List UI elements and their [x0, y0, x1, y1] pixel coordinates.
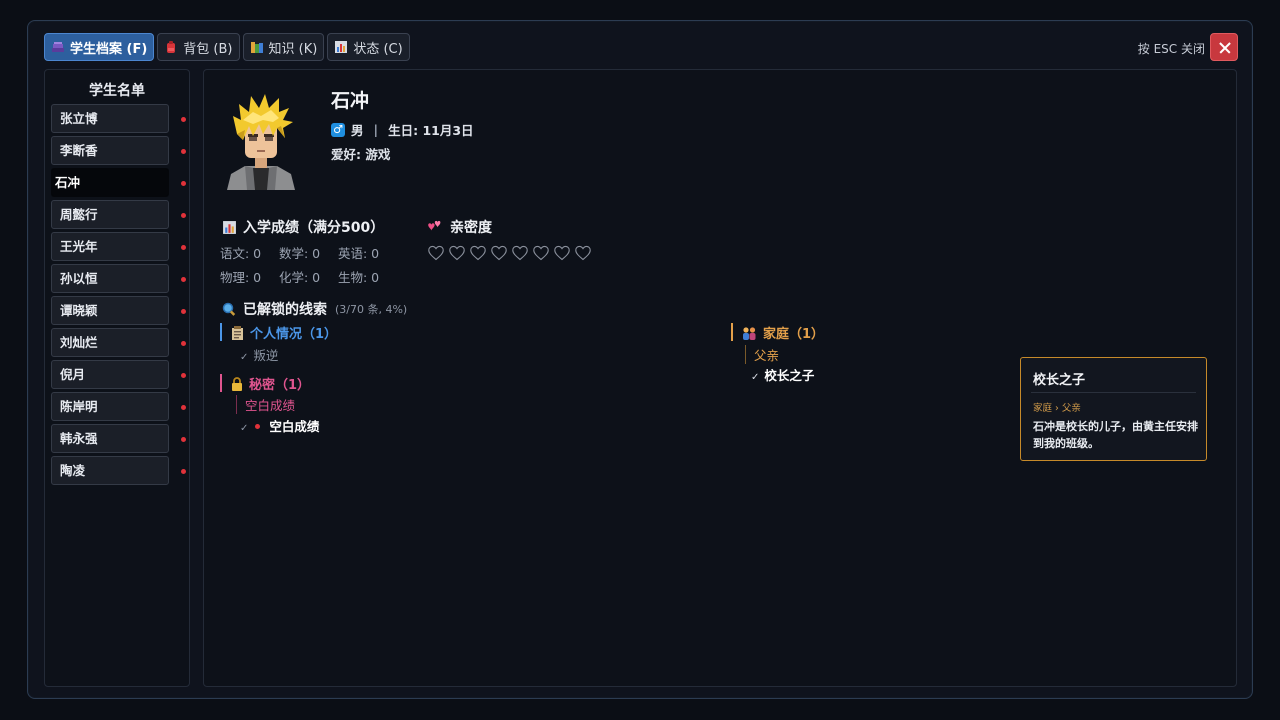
tooltip-title: 校长之子: [1033, 373, 1086, 388]
clues-count: (3/70 条, 4%): [335, 303, 408, 316]
score-chinese: 语文: 0: [220, 246, 262, 261]
male-icon: ♂: [331, 122, 345, 137]
score-math: 数学: 0: [279, 246, 321, 261]
new-clue-dot: [181, 149, 186, 154]
score-chemistry: 化学: 0: [279, 270, 321, 285]
student-item[interactable]: 王光年: [51, 232, 186, 261]
student-list-title: 学生名单: [89, 83, 145, 99]
new-clue-dot: [181, 213, 186, 218]
new-clue-dot: [255, 424, 261, 429]
intimacy-hearts: [427, 244, 592, 262]
heart-empty-icon: [511, 244, 529, 262]
new-clue-dot: [181, 469, 186, 474]
tab-label: 知识 (K): [268, 41, 318, 57]
chart-icon: [334, 40, 348, 54]
new-clue-dot: [181, 341, 186, 346]
clues-title: 已解锁的线索 (3/70 条, 4%): [222, 299, 407, 319]
new-clue-dot: [181, 181, 186, 186]
new-clue-dot: [181, 117, 186, 122]
chart-icon: [223, 220, 236, 234]
tab-label: 学生档案 (F): [70, 41, 148, 57]
student-list: 张立博 李断香 石冲 周懿行 王光年 孙以恒 谭晓颖 刘灿烂 倪月 陈岸明 韩永…: [51, 104, 186, 488]
scores-grid: 语文: 0 数学: 0 英语: 0 物理: 0 化学: 0 生物: 0: [220, 243, 397, 291]
student-item[interactable]: 张立博: [51, 104, 186, 133]
close-hint: 按 ESC 关闭: [1137, 42, 1205, 56]
student-item[interactable]: 韩永强: [51, 424, 186, 453]
lock-icon: [232, 376, 242, 391]
magnifier-icon: [222, 302, 236, 316]
clipboard-icon: [232, 325, 243, 340]
score-biology: 生物: 0: [338, 270, 380, 285]
tooltip-divider: [1031, 392, 1196, 393]
clue-tooltip: 校长之子 家庭 › 父亲 石冲是校长的儿子，由黄主任安排到我的班级。: [1020, 357, 1207, 461]
new-clue-dot: [181, 373, 186, 378]
clue-item-hovered[interactable]: ✓ 校长之子: [751, 365, 814, 384]
student-item[interactable]: 陶凌: [51, 456, 186, 485]
tab-label: 背包 (B): [183, 41, 233, 57]
two-hearts-icon: [428, 220, 441, 231]
student-meta: ♂ 男 | 生日: 11月3日: [331, 120, 474, 139]
heart-empty-icon: [553, 244, 571, 262]
meta-separator: |: [373, 122, 379, 137]
student-item[interactable]: 倪月: [51, 360, 186, 389]
clue-item[interactable]: ✓ 叛逆: [240, 345, 278, 364]
hobby-text: 爱好: 游戏: [331, 147, 391, 162]
books-icon: [250, 40, 264, 54]
tooltip-body: 石冲是校长的儿子，由黄主任安排到我的班级。: [1033, 420, 1198, 450]
tab-student-archive[interactable]: 学生档案 (F): [44, 33, 155, 61]
heart-empty-icon: [574, 244, 592, 262]
tab-knowledge[interactable]: 知识 (K): [242, 33, 325, 61]
student-item[interactable]: 孙以恒: [51, 264, 186, 293]
student-item[interactable]: 刘灿烂: [51, 328, 186, 357]
new-clue-dot: [181, 245, 186, 250]
backpack-icon: [164, 40, 178, 54]
student-list-panel: 学生名单 张立博 李断香 石冲 周懿行 王光年 孙以恒 谭晓颖 刘灿烂 倪月 陈…: [44, 69, 190, 687]
scores-title: 入学成绩（满分500）: [222, 217, 384, 237]
student-item[interactable]: 陈岸明: [51, 392, 186, 421]
student-name: 石冲: [331, 90, 370, 112]
new-clue-dot: [181, 277, 186, 282]
archive-icon: [51, 40, 65, 54]
clue-item-new[interactable]: ✓ 空白成绩: [240, 416, 319, 435]
close-button[interactable]: [1210, 33, 1238, 61]
student-item[interactable]: 李断香: [51, 136, 186, 165]
new-clue-dot: [181, 437, 186, 442]
heart-empty-icon: [469, 244, 487, 262]
heart-empty-icon: [532, 244, 550, 262]
score-physics: 物理: 0: [220, 270, 262, 285]
clue-subcategory[interactable]: 空白成绩: [236, 395, 295, 414]
tab-label: 状态 (C): [353, 41, 403, 57]
new-clue-dot: [181, 309, 186, 314]
tab-status[interactable]: 状态 (C): [327, 33, 410, 61]
student-item-selected[interactable]: 石冲: [51, 168, 186, 197]
heart-empty-icon: [448, 244, 466, 262]
intimacy-title: 亲密度: [428, 217, 492, 237]
score-english: 英语: 0: [338, 246, 380, 261]
new-clue-dot: [181, 405, 186, 410]
student-portrait: [223, 90, 299, 190]
heart-empty-icon: [490, 244, 508, 262]
tooltip-path: 家庭 › 父亲: [1033, 403, 1081, 414]
student-item[interactable]: 周懿行: [51, 200, 186, 229]
birthday-text: 生日: 11月3日: [388, 123, 474, 138]
tab-backpack[interactable]: 背包 (B): [157, 33, 240, 61]
heart-empty-icon: [427, 244, 445, 262]
tab-bar: 学生档案 (F) 背包 (B) 知识 (K) 状态 (C): [44, 33, 410, 61]
family-icon: [743, 326, 756, 340]
gender-text: 男: [351, 123, 364, 138]
clue-subcategory[interactable]: 父亲: [745, 345, 779, 364]
student-item[interactable]: 谭晓颖: [51, 296, 186, 325]
